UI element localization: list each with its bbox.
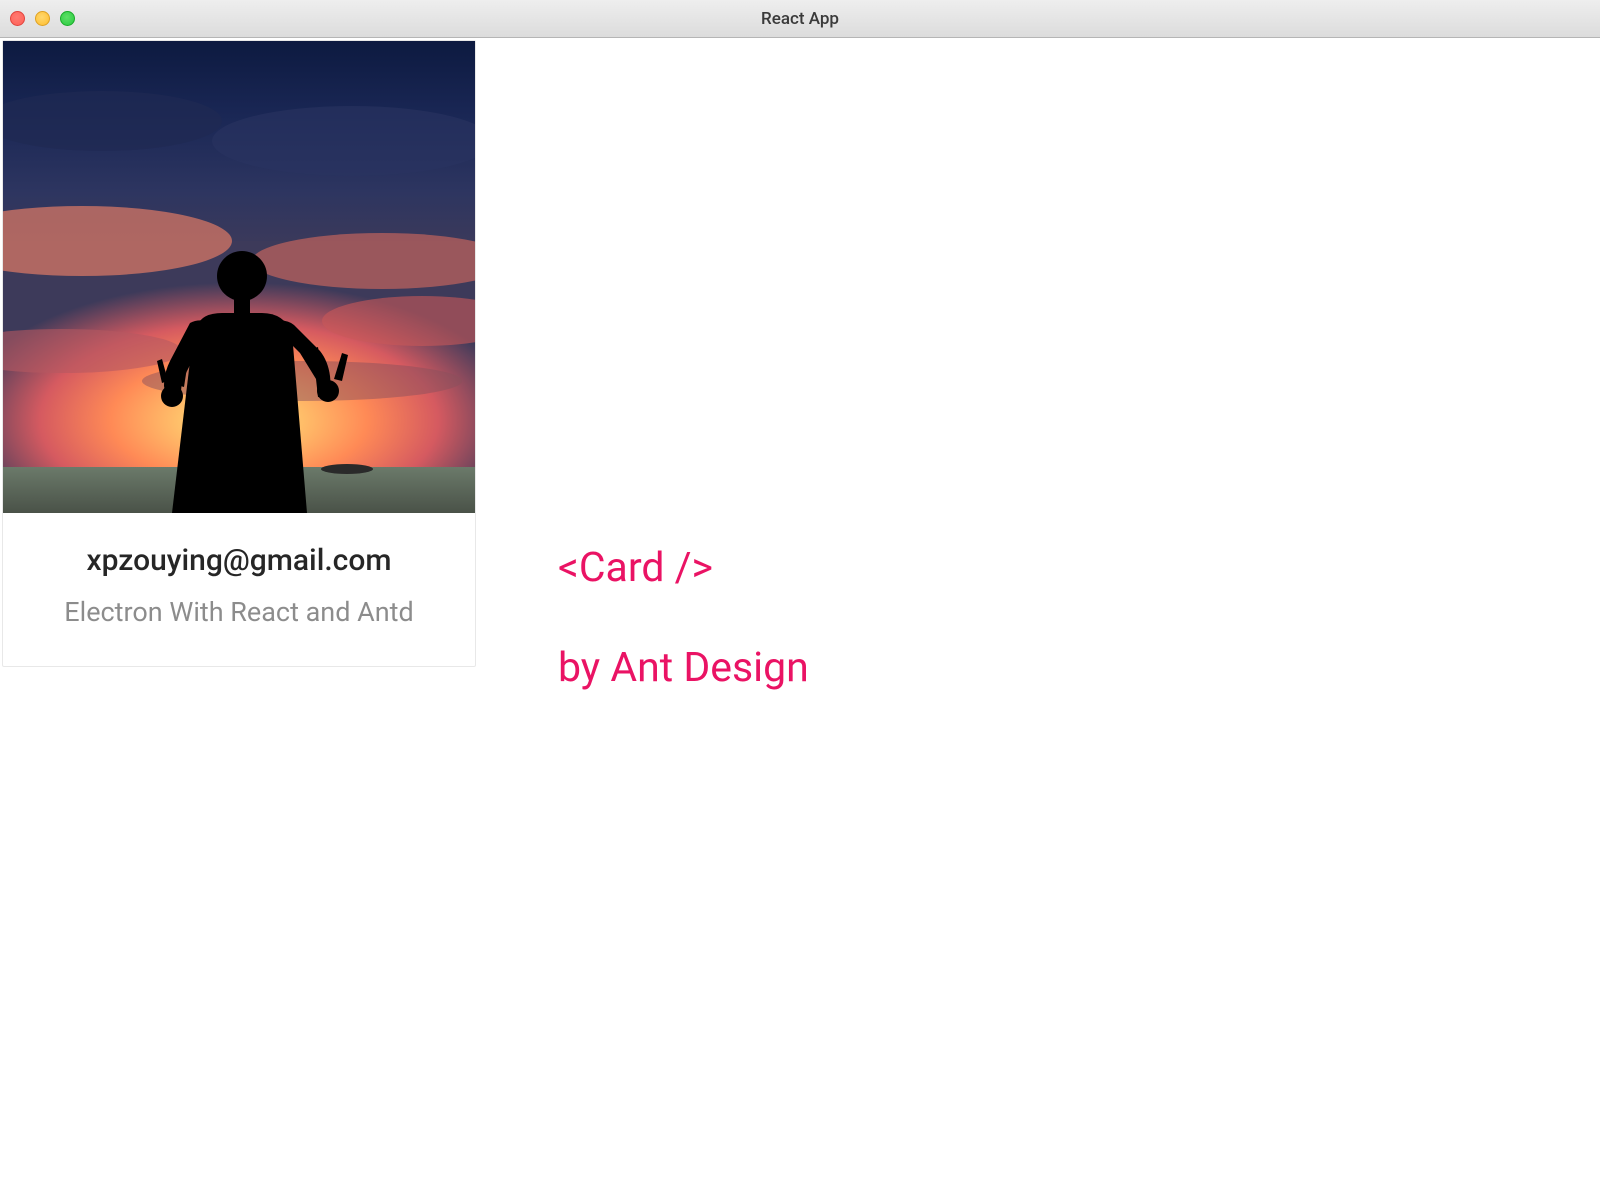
card-description: Electron With React and Antd <box>27 596 451 628</box>
maximize-window-button[interactable] <box>60 11 75 26</box>
card-body: xpzouying@gmail.com Electron With React … <box>3 513 475 666</box>
side-text-line1: <Card /> <box>558 544 809 592</box>
side-text: <Card /> by Ant Design <box>558 544 809 1200</box>
card-title: xpzouying@gmail.com <box>27 543 451 578</box>
titlebar: React App <box>0 0 1600 38</box>
profile-card: xpzouying@gmail.com Electron With React … <box>2 40 476 667</box>
traffic-lights <box>10 11 75 26</box>
minimize-window-button[interactable] <box>35 11 50 26</box>
close-window-button[interactable] <box>10 11 25 26</box>
window-title: React App <box>761 9 839 29</box>
card-cover-image <box>3 41 475 513</box>
window: React App <box>0 0 1600 1200</box>
content-area: xpzouying@gmail.com Electron With React … <box>0 38 1600 1200</box>
side-text-line2: by Ant Design <box>558 644 809 692</box>
